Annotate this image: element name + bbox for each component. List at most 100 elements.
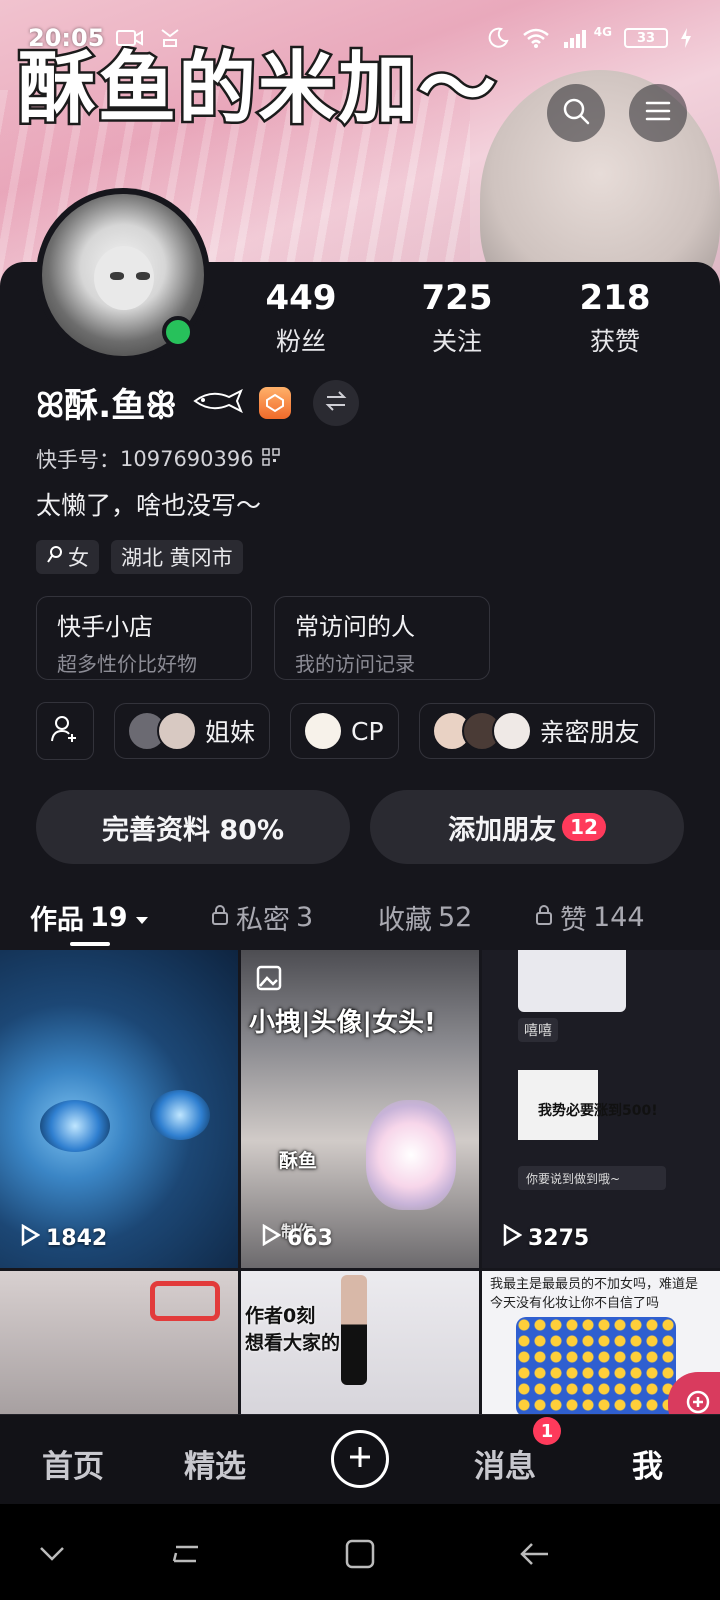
chevron-down-icon[interactable] — [32, 1534, 72, 1574]
video-overlay-text: 我最主是最最员的不加女吗，难道是今天没有化妆让你不自信了吗 — [490, 1277, 699, 1311]
level-badge-icon[interactable] — [258, 386, 291, 419]
video-tile[interactable]: 1842 — [0, 950, 238, 1268]
bio[interactable]: 太懒了，啥也没写～ — [36, 486, 261, 522]
stat-likes[interactable]: 218 获赞 — [550, 278, 680, 358]
content-tabs: 作品 19 私密 3 收藏 52 赞 144 — [0, 880, 720, 950]
stat-value: 725 — [421, 278, 493, 318]
tab-count: 52 — [438, 902, 473, 933]
add-friend-group-button[interactable] — [36, 702, 94, 760]
tab-label: 收藏 — [378, 905, 432, 936]
usb-icon — [158, 26, 182, 50]
female-icon — [46, 545, 64, 570]
search-icon — [561, 96, 591, 130]
home-icon[interactable] — [340, 1534, 380, 1574]
tab-count: 19 — [90, 902, 128, 933]
nav-me[interactable]: 我 — [632, 1441, 663, 1486]
butterfly-art — [366, 1100, 456, 1210]
plus-icon — [347, 1444, 373, 1474]
status-time: 20:05 — [28, 24, 105, 52]
lock-icon — [534, 902, 554, 933]
back-icon[interactable] — [514, 1534, 554, 1574]
group-avatars — [431, 711, 532, 751]
complete-profile-button[interactable]: 完善资料 80% — [36, 790, 350, 864]
recent-apps-icon[interactable] — [166, 1534, 206, 1574]
messages-badge: 1 — [533, 1417, 561, 1445]
battery-level: 33 — [636, 30, 656, 46]
tab-label: 赞 — [560, 905, 587, 936]
avatar — [157, 711, 197, 751]
create-button[interactable] — [331, 1430, 389, 1488]
play-count-value: 3275 — [528, 1225, 590, 1251]
nickname-row: ꕤ酥.鱼ꕥ — [36, 378, 359, 427]
active-tab-indicator — [70, 942, 110, 946]
group-cp[interactable]: CP — [290, 703, 399, 759]
frequent-visitors-card[interactable]: 常访问的人 我的访问记录 — [274, 596, 490, 680]
switch-account-button[interactable] — [312, 379, 359, 426]
tab-private[interactable]: 私密 3 — [210, 898, 313, 937]
kuaishou-id-row[interactable]: 快手号： 1097690396 — [36, 444, 280, 474]
group-sisters[interactable]: 姐妹 — [114, 703, 271, 759]
qr-code-icon[interactable] — [261, 447, 280, 471]
add-user-icon — [50, 714, 80, 748]
tab-favorites[interactable]: 收藏 52 — [378, 898, 472, 937]
tab-likes[interactable]: 赞 144 — [534, 898, 645, 937]
group-label: CP — [351, 716, 384, 746]
thumbnail-art — [341, 1275, 367, 1385]
add-friends-label: 添加朋友 — [448, 814, 557, 846]
play-count: 1842 — [20, 1223, 108, 1252]
kuaishou-id-label: 快手号： — [36, 448, 120, 472]
card-title: 快手小店 — [57, 613, 153, 641]
video-tile[interactable]: 小拽|头像|女头! 酥鱼 制作 663 — [241, 950, 479, 1268]
avatar — [303, 711, 344, 751]
tab-label: 私密 — [236, 905, 290, 936]
play-count: 3275 — [502, 1223, 590, 1252]
group-label: 姐妹 — [205, 718, 256, 747]
search-button[interactable] — [547, 84, 605, 142]
fish-icon — [191, 387, 245, 419]
play-count: 663 — [261, 1223, 333, 1252]
battery-icon: 33 — [624, 28, 668, 48]
menu-button[interactable] — [629, 84, 687, 142]
image-post-icon — [255, 964, 283, 996]
nav-featured[interactable]: 精选 — [184, 1441, 246, 1486]
card-subtitle: 超多性价比好物 — [57, 652, 197, 676]
add-friends-badge: 12 — [562, 813, 606, 841]
friend-groups: 姐妹 CP 亲密朋友 — [36, 702, 655, 760]
caret-down-icon — [134, 902, 150, 933]
video-tile[interactable] — [0, 1271, 238, 1420]
network-type: 4G — [593, 25, 612, 39]
thumbnail-art — [150, 1090, 210, 1140]
stat-fans[interactable]: 449 粉丝 — [236, 278, 366, 358]
video-caption: 酥鱼 — [279, 1150, 318, 1172]
kuaishou-id: 1097690396 — [120, 447, 254, 471]
stat-following[interactable]: 725 关注 — [392, 278, 522, 358]
profile-tags: 女 湖北 黄冈市 — [36, 540, 243, 574]
tab-count: 3 — [296, 902, 314, 933]
video-tile[interactable]: 嘻嘻 我势必要涨到500! 你要说到做到哦~ 3275 — [482, 950, 720, 1268]
stat-label: 获赞 — [589, 327, 640, 356]
play-count-value: 663 — [287, 1225, 333, 1251]
menu-icon — [644, 99, 672, 127]
stat-label: 粉丝 — [275, 327, 326, 356]
nav-home[interactable]: 首页 — [42, 1441, 104, 1486]
tab-works[interactable]: 作品 19 — [30, 898, 150, 937]
video-overlay-text: 作者0刻 想看大家的 — [245, 1305, 341, 1354]
video-record-icon — [116, 27, 144, 49]
charging-icon — [680, 27, 692, 49]
play-icon — [502, 1223, 523, 1252]
group-close-friends[interactable]: 亲密朋友 — [418, 703, 655, 759]
meme-caption: 我势必要涨到500! — [538, 1103, 658, 1119]
group-avatars — [127, 711, 197, 751]
kuaishou-shop-card[interactable]: 快手小店 超多性价比好物 — [36, 596, 252, 680]
stat-value: 218 — [579, 278, 651, 318]
card-title: 常访问的人 — [295, 613, 415, 641]
play-icon — [261, 1223, 282, 1252]
add-friends-button[interactable]: 添加朋友 12 — [370, 790, 684, 864]
wifi-icon — [522, 27, 550, 49]
system-navigation-bar — [0, 1504, 720, 1600]
video-tile[interactable]: 作者0刻 想看大家的 — [241, 1271, 479, 1420]
nav-messages[interactable]: 消息 — [474, 1441, 536, 1486]
stat-value: 449 — [265, 278, 337, 318]
play-count-value: 1842 — [46, 1225, 108, 1251]
bottom-navigation: 首页 精选 消息 1 我 — [0, 1414, 720, 1504]
